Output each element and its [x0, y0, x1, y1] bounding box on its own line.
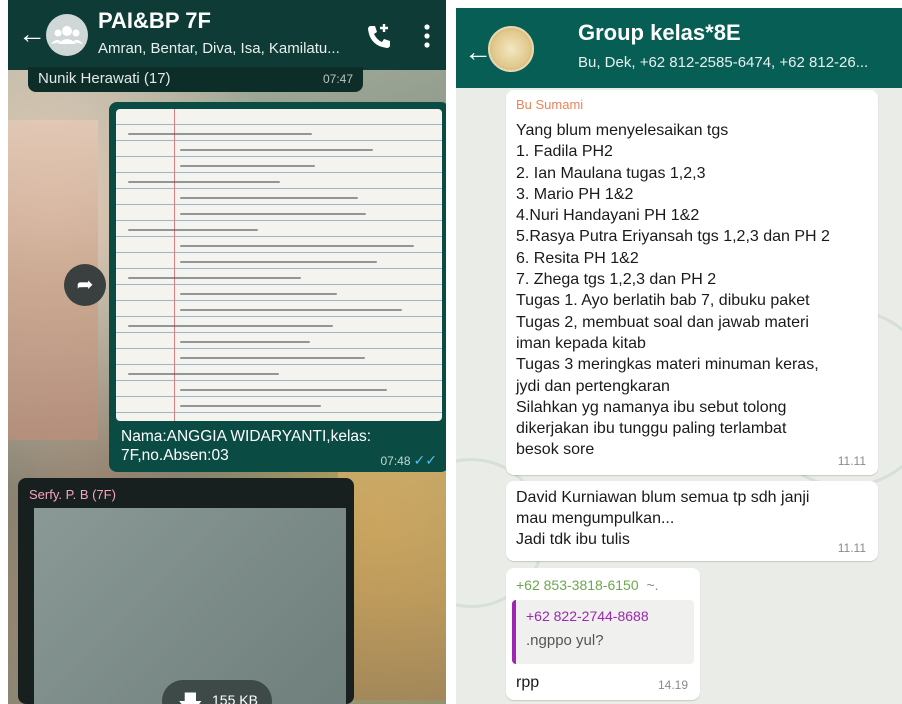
- sender-name: +62 853-3818-6150 ~.: [516, 577, 659, 593]
- handwriting-line: [128, 373, 279, 375]
- handwriting-line: [180, 213, 366, 215]
- message-bubble[interactable]: David Kurniawan blum semua tp sdh janji …: [506, 481, 878, 561]
- group-avatar[interactable]: [46, 14, 88, 56]
- download-icon: 🡇: [178, 687, 203, 704]
- chat-title[interactable]: Group kelas*8E: [578, 20, 741, 46]
- more-vertical-icon[interactable]: [422, 22, 432, 50]
- chat-subtitle[interactable]: Amran, Bentar, Diva, Isa, Kamilatu...: [98, 40, 358, 57]
- add-call-icon[interactable]: [364, 22, 392, 50]
- file-size: 155 KB: [212, 692, 258, 704]
- message-bubble[interactable]: Bu Sumami Yang blum menyelesaikan tgs 1.…: [506, 90, 878, 475]
- handwriting-line: [180, 197, 358, 199]
- quoted-sender: +62 822-2744-8688: [526, 608, 649, 624]
- left-chat-screen: ← PAI&BP 7F Amran, Bentar, Diva, Isa, Ka…: [8, 0, 446, 704]
- group-icon: [51, 26, 83, 44]
- notebook-photo[interactable]: [116, 109, 442, 421]
- handwriting-line: [128, 133, 312, 135]
- image-caption: Nama:ANGGIA WIDARYANTI,kelas: 7F,no.Abse…: [121, 428, 372, 464]
- double-check-icon: ✓✓: [413, 452, 437, 468]
- chat-title[interactable]: PAI&BP 7F: [98, 8, 211, 34]
- group-avatar[interactable]: [488, 26, 534, 72]
- handwriting-line: [180, 149, 373, 151]
- handwriting-line: [180, 165, 315, 167]
- message-time: 11.11: [837, 454, 866, 468]
- message-time: 07:47: [322, 72, 353, 86]
- file-message-bubble[interactable]: Serfy. P. B (7F) 🡇 155 KB: [18, 478, 354, 704]
- message-time: 11.11: [837, 541, 866, 555]
- handwriting-line: [180, 245, 415, 247]
- handwriting-line: [128, 325, 334, 327]
- handwriting-line: [180, 389, 388, 391]
- message-time-row: 07:48 ✓✓: [381, 452, 438, 469]
- message-strip: Nunik Herawati (17) 07:47: [28, 67, 363, 92]
- quoted-message[interactable]: +62 822-2744-8688 .ngppo yul?: [512, 600, 694, 664]
- chat-header: ← PAI&BP 7F Amran, Bentar, Diva, Isa, Ka…: [8, 0, 446, 70]
- arrow-left-icon[interactable]: ←: [18, 20, 46, 48]
- message-text: rpp: [516, 674, 540, 691]
- sender-name: Serfy. P. B (7F): [29, 487, 116, 502]
- handwriting-line: [180, 293, 337, 295]
- image-message-bubble[interactable]: Nama:ANGGIA WIDARYANTI,kelas: 7F,no.Abse…: [109, 102, 446, 472]
- blurred-background: [338, 440, 446, 700]
- chat-subtitle[interactable]: Bu, Dek, +62 812-2585-6474, +62 812-26..…: [578, 54, 898, 71]
- file-preview[interactable]: 🡇 155 KB: [34, 508, 346, 704]
- message-bubble[interactable]: +62 853-3818-6150 ~. +62 822-2744-8688 .…: [506, 568, 700, 700]
- forward-icon[interactable]: ➦: [64, 264, 106, 306]
- handwriting-line: [180, 309, 402, 311]
- message-time: 07:48: [380, 454, 411, 468]
- handwriting-line: [180, 261, 377, 263]
- message-text: Yang blum menyelesaikan tgs 1. Fadila PH…: [516, 122, 830, 459]
- handwriting-line: [180, 341, 310, 343]
- message-time: 14.19: [657, 678, 688, 692]
- handwriting-line: [180, 357, 365, 359]
- chat-header: ← Group kelas*8E Bu, Dek, +62 812-2585-6…: [456, 8, 902, 88]
- handwriting-line: [128, 181, 280, 183]
- download-button[interactable]: 🡇 155 KB: [162, 680, 272, 704]
- handwriting-line: [128, 277, 302, 279]
- handwriting-line: [180, 405, 321, 407]
- handwriting-line: [128, 229, 259, 231]
- right-chat-screen: ← Group kelas*8E Bu, Dek, +62 812-2585-6…: [456, 8, 902, 704]
- sender-name: Bu Sumami: [516, 97, 584, 112]
- message-text: David Kurniawan blum semua tp sdh janji …: [516, 489, 810, 548]
- sender-name: Nunik Herawati (17): [38, 70, 171, 87]
- quoted-text: .ngppo yul?: [526, 632, 604, 649]
